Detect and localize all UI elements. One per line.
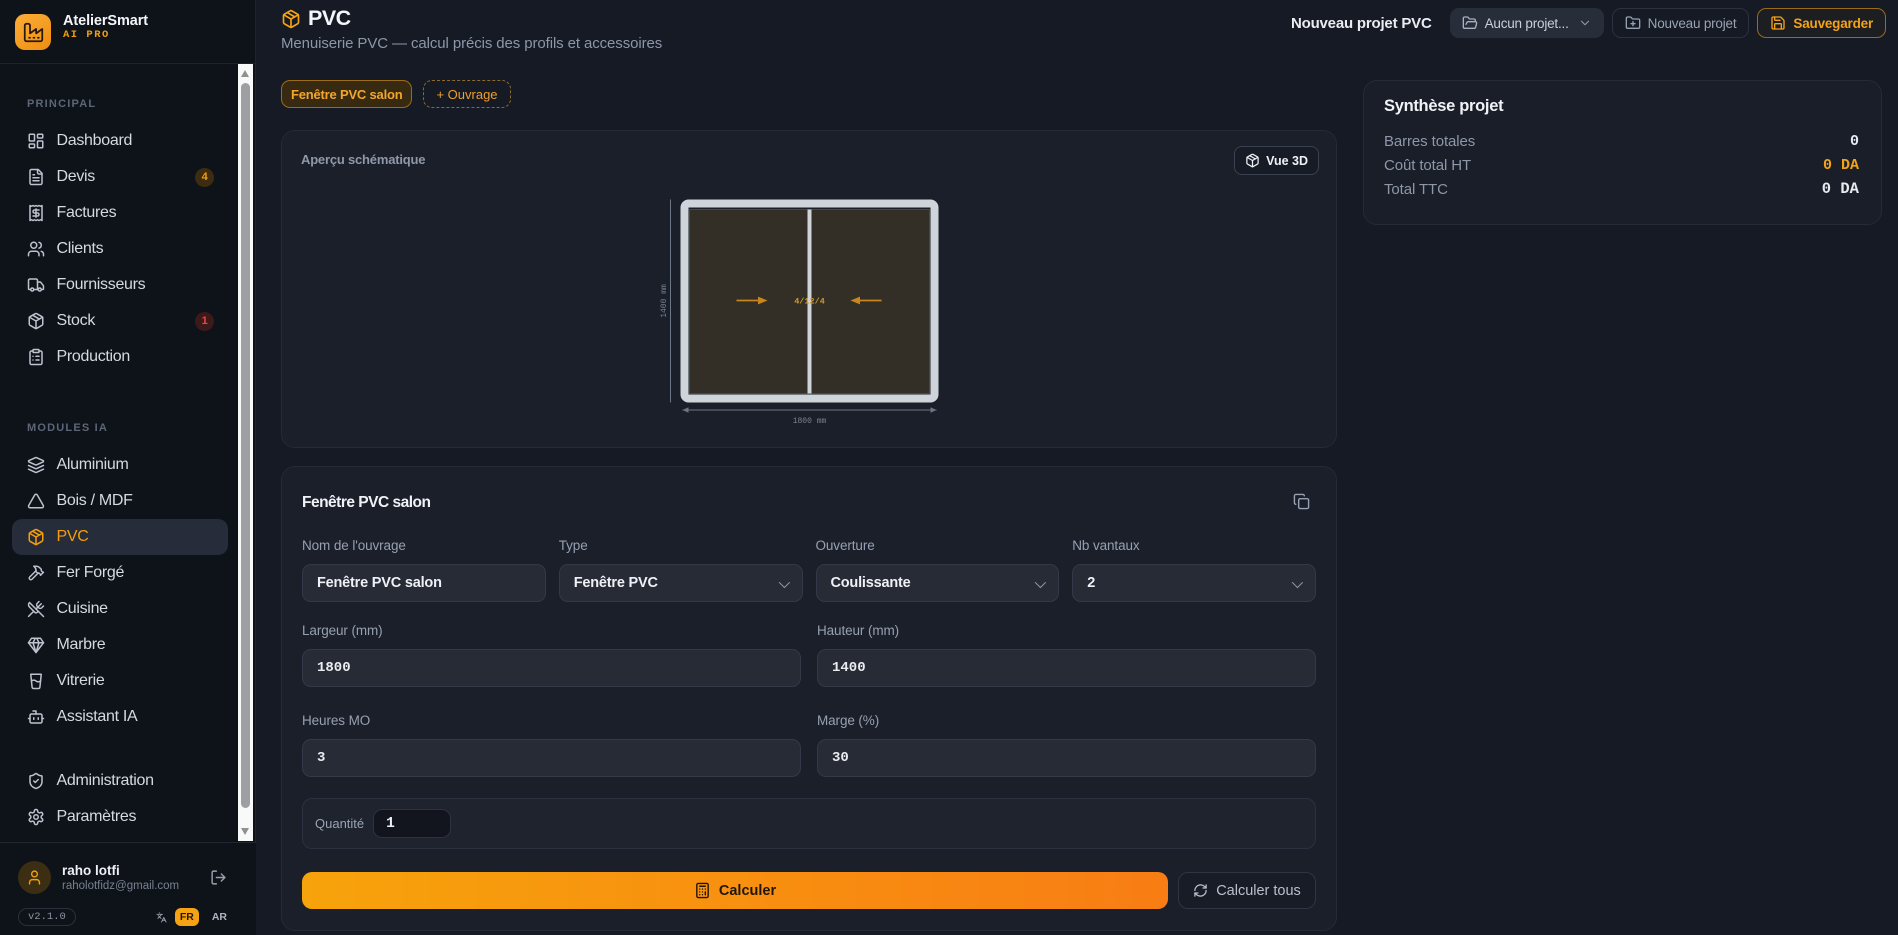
svg-text:1400 mm: 1400 mm [660,284,669,318]
svg-text:4/12/4: 4/12/4 [794,297,825,307]
svg-text:1800 mm: 1800 mm [793,417,827,426]
